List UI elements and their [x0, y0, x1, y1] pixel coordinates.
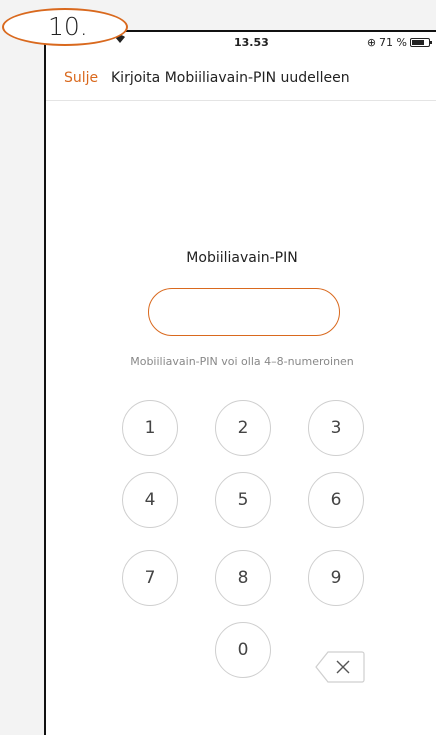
status-time: 13.53 [234, 36, 269, 49]
page-title: Kirjoita Mobiiliavain-PIN uudelleen [111, 70, 350, 86]
close-button[interactable]: Sulje [64, 70, 98, 86]
battery-icon [410, 38, 432, 47]
battery-indicator: ⊕ 71 % [366, 36, 432, 49]
keypad-key-2[interactable]: 2 [215, 400, 271, 456]
keypad-key-4[interactable]: 4 [122, 472, 178, 528]
pin-label: Mobiiliavain-PIN [186, 250, 298, 266]
keypad-key-8[interactable]: 8 [215, 550, 271, 606]
keypad-key-3[interactable]: 3 [308, 400, 364, 456]
phone-screen: 13.53 ⊕ 71 % Sulje Kirjoita Mobiiliavain… [44, 30, 436, 735]
backspace-button[interactable] [314, 650, 366, 684]
battery-percent: 71 % [379, 36, 407, 49]
keypad-key-0[interactable]: 0 [215, 622, 271, 678]
keypad-key-7[interactable]: 7 [122, 550, 178, 606]
keypad-key-9[interactable]: 9 [308, 550, 364, 606]
navigation-bar: Sulje Kirjoita Mobiiliavain-PIN uudellee… [46, 60, 436, 101]
step-number-label: 10. [2, 8, 128, 46]
keypad-key-1[interactable]: 1 [122, 400, 178, 456]
pin-hint: Mobiiliavain-PIN voi olla 4–8-numeroinen [130, 355, 354, 368]
keypad-key-6[interactable]: 6 [308, 472, 364, 528]
pin-input[interactable] [148, 288, 340, 336]
keypad-key-5[interactable]: 5 [215, 472, 271, 528]
orientation-lock-icon: ⊕ [366, 36, 377, 49]
backspace-icon [315, 651, 365, 683]
